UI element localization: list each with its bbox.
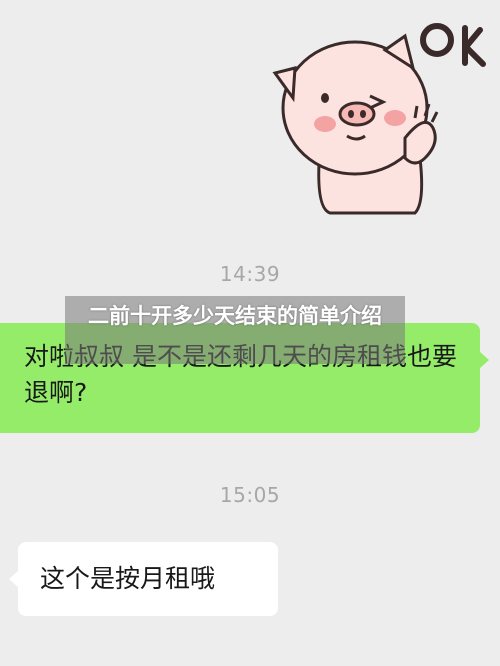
message-text: 这个是按月租哦 xyxy=(40,564,216,593)
pig-ok-sticker-icon xyxy=(272,23,486,215)
message-timestamp: 15:05 xyxy=(219,483,281,507)
pig-ok-sticker[interactable] xyxy=(265,18,490,218)
overlay-title-banner: 二前十开多少天结束的简单介绍 xyxy=(65,296,405,364)
message-timestamp: 14:39 xyxy=(219,262,281,286)
incoming-message-bubble[interactable]: 这个是按月租哦 xyxy=(9,542,278,616)
